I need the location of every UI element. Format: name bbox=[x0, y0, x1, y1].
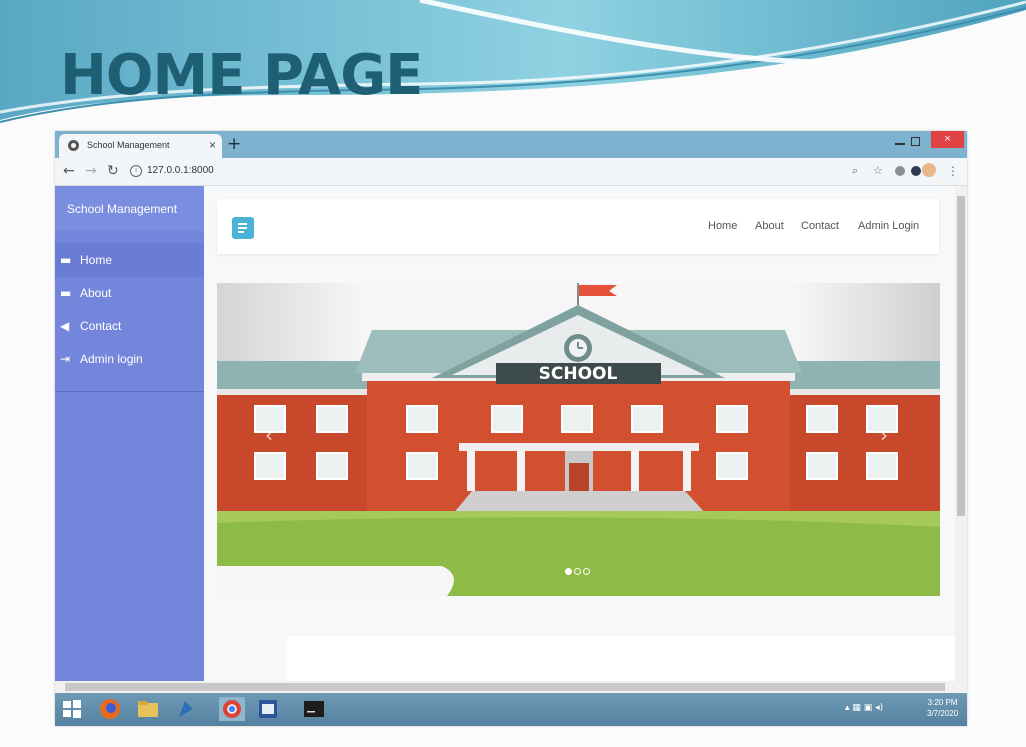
sidebar-item-label: About bbox=[80, 286, 112, 300]
sidebar-brand[interactable]: School Management bbox=[55, 186, 204, 231]
nav-link-home[interactable]: Home bbox=[708, 220, 737, 232]
briefcase-icon: ▬ bbox=[60, 253, 72, 267]
carousel-dot[interactable] bbox=[574, 568, 581, 575]
carousel-prev-icon[interactable]: ‹ bbox=[265, 423, 273, 447]
sidebar: School Management ▬ Home ▬ About ◀ Conta… bbox=[55, 186, 204, 681]
login-icon: ⇥ bbox=[60, 352, 71, 366]
sidebar-item-label: Home bbox=[80, 253, 113, 267]
os-taskbar: ▴ ▦ ▣ ◂) 3:20 PM 3/7/2020 bbox=[55, 693, 967, 726]
taskbar-clock[interactable]: 3:20 PM 3/7/2020 bbox=[927, 697, 958, 719]
reload-icon[interactable]: ↻ bbox=[107, 163, 119, 179]
carousel-dot[interactable] bbox=[565, 568, 572, 575]
tab-title: School Management bbox=[87, 140, 170, 150]
main-content: Home About Contact Admin Login SCHOOL ‹ … bbox=[204, 186, 955, 681]
clock-time: 3:20 PM bbox=[927, 698, 958, 707]
top-navbar: Home About Contact Admin Login bbox=[217, 199, 939, 254]
vertical-scrollbar[interactable] bbox=[955, 186, 967, 681]
minimize-button[interactable] bbox=[895, 143, 905, 145]
extension-shield-icon[interactable] bbox=[895, 166, 905, 176]
file-explorer-icon[interactable] bbox=[135, 697, 161, 721]
firefox-icon[interactable] bbox=[97, 697, 123, 721]
browser-window: School Management × + × ← → ↻ i 127.0.0.… bbox=[55, 131, 967, 726]
sidebar-item-admin-login[interactable]: ⇥ Admin login bbox=[55, 342, 204, 376]
terminal-icon[interactable] bbox=[301, 697, 327, 721]
info-icon[interactable]: i bbox=[130, 165, 142, 177]
carousel-next-icon[interactable]: › bbox=[880, 423, 888, 447]
briefcase-icon: ▬ bbox=[60, 286, 72, 300]
address-bar: ← → ↻ i 127.0.0.1:8000 ⌕ ☆ ⋮ bbox=[55, 158, 967, 186]
sidebar-item-label: Contact bbox=[80, 319, 122, 333]
sidebar-toggle-button[interactable] bbox=[232, 217, 254, 239]
horizontal-scrollbar[interactable] bbox=[55, 681, 967, 693]
forward-icon[interactable]: → bbox=[85, 163, 97, 179]
tab-bar: School Management × + × bbox=[55, 131, 967, 158]
new-tab-button[interactable]: + bbox=[227, 134, 241, 154]
sidebar-item-home[interactable]: ▬ Home bbox=[55, 243, 204, 277]
back-icon[interactable]: ← bbox=[63, 163, 75, 179]
school-sign-text: SCHOOL bbox=[539, 364, 618, 384]
content-card bbox=[287, 636, 955, 681]
app-icon[interactable] bbox=[173, 697, 199, 721]
carousel-dot[interactable] bbox=[583, 568, 590, 575]
maximize-button[interactable] bbox=[911, 137, 920, 146]
tab-close-button[interactable]: × bbox=[209, 138, 216, 152]
nav-link-contact[interactable]: Contact bbox=[801, 220, 839, 232]
school-illustration: SCHOOL bbox=[217, 283, 940, 596]
menu-kebab-icon[interactable]: ⋮ bbox=[947, 164, 959, 178]
url-field[interactable]: 127.0.0.1:8000 bbox=[147, 165, 214, 176]
system-tray-icons[interactable]: ▴ ▦ ▣ ◂) bbox=[845, 703, 883, 713]
sidebar-item-contact[interactable]: ◀ Contact bbox=[55, 309, 204, 343]
zoom-icon[interactable]: ⌕ bbox=[852, 164, 858, 178]
sidebar-divider bbox=[55, 391, 204, 392]
clock-date: 3/7/2020 bbox=[927, 709, 959, 718]
page-viewport: School Management ▬ Home ▬ About ◀ Conta… bbox=[55, 186, 967, 681]
window-close-button[interactable]: × bbox=[931, 131, 964, 148]
sidebar-item-label: Admin login bbox=[80, 352, 143, 366]
slide-title: HOME PAGE bbox=[60, 43, 423, 108]
nav-link-admin-login[interactable]: Admin Login bbox=[858, 220, 919, 232]
windows-start-icon[interactable] bbox=[63, 700, 81, 718]
star-icon[interactable]: ☆ bbox=[873, 164, 883, 177]
chrome-icon[interactable] bbox=[219, 697, 245, 721]
word-icon[interactable] bbox=[255, 697, 281, 721]
nav-link-about[interactable]: About bbox=[755, 220, 784, 232]
browser-tab[interactable]: School Management × bbox=[59, 134, 222, 158]
globe-icon bbox=[68, 140, 79, 151]
profile-avatar[interactable] bbox=[922, 163, 936, 177]
send-icon: ◀ bbox=[60, 319, 70, 333]
extension-icon[interactable] bbox=[911, 166, 921, 176]
hero-carousel[interactable]: SCHOOL ‹ › bbox=[217, 283, 940, 596]
sidebar-item-about[interactable]: ▬ About bbox=[55, 276, 204, 310]
